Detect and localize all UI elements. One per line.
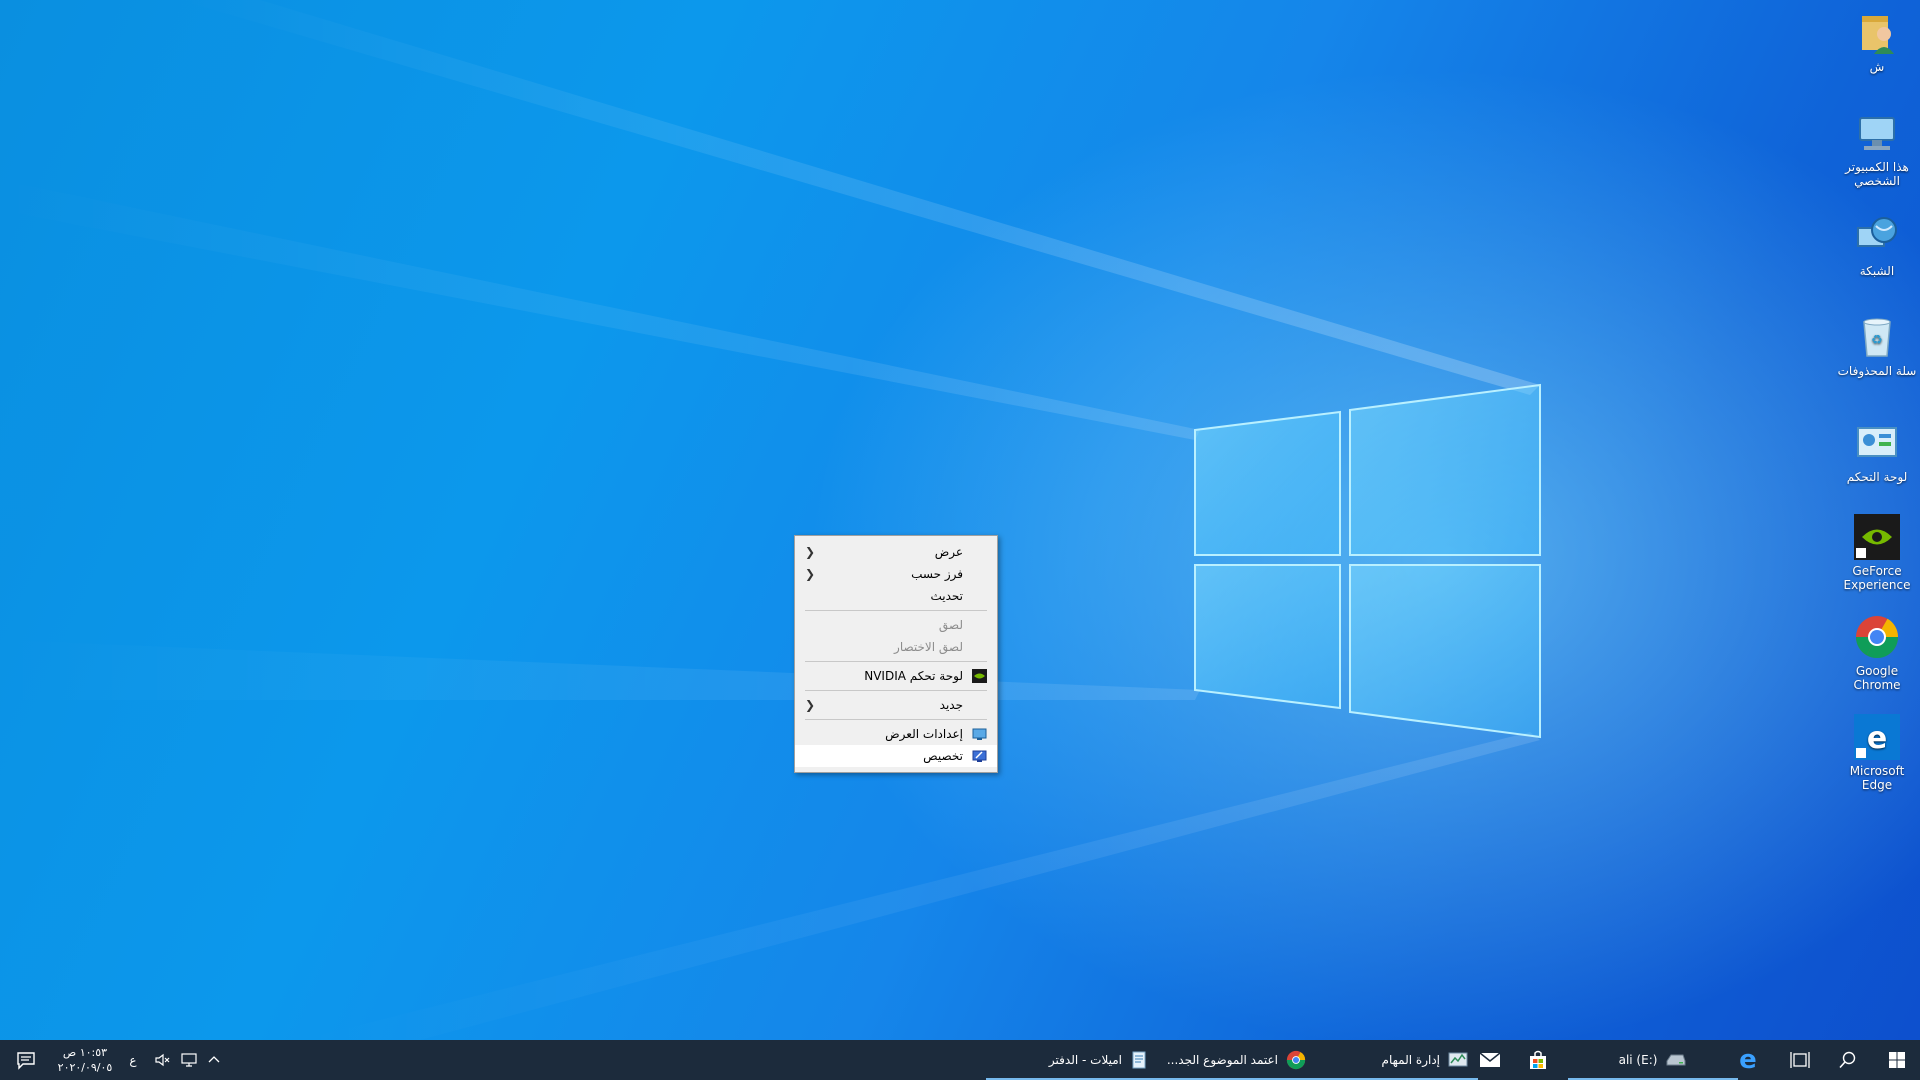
desktop-icon-recycle-bin[interactable]: ♻ سلة المحذوفات: [1836, 314, 1918, 378]
menu-item-label: لوحة تحكم NVIDIA: [864, 669, 963, 683]
desktop-icon-geforce[interactable]: GeForce Experience: [1836, 514, 1918, 592]
taskbar-app-label: إدارة المهام: [1381, 1053, 1440, 1067]
personalize-icon: [972, 750, 987, 762]
notification-icon: [17, 1052, 35, 1070]
clock-date: ٢٠٢٠/٠٩/٠٥: [57, 1061, 113, 1074]
input-language-button[interactable]: ع: [118, 1040, 148, 1080]
menu-item-personalize[interactable]: تخصيص: [795, 745, 997, 767]
nvidia-icon: [972, 669, 987, 683]
menu-item-label: تحديث: [930, 589, 963, 603]
desktop-icon-label: ش: [1869, 60, 1885, 74]
user-folder-icon: [1862, 16, 1894, 54]
desktop-icon-control-panel[interactable]: لوحة التحكم: [1836, 420, 1918, 484]
task-manager-icon: [1448, 1052, 1468, 1067]
desktop-icon-label: الشبكة: [1859, 264, 1895, 278]
menu-item-label: تخصيص: [923, 749, 963, 763]
desktop-context-menu: عرض ❮ فرز حسب ❮ تحديث لصق لصق الاختصار ل…: [794, 535, 998, 773]
svg-text:e: e: [1867, 721, 1887, 756]
menu-item-display-settings[interactable]: إعدادات العرض: [795, 723, 997, 745]
windows-logo-wallpaper: [1194, 383, 1541, 739]
task-view-icon: [1790, 1052, 1810, 1068]
taskbar-app-edge[interactable]: e: [1728, 1040, 1768, 1080]
taskbar-app-file-explorer[interactable]: ali (E:): [1568, 1040, 1738, 1080]
menu-item-label: فرز حسب: [911, 567, 963, 581]
search-button[interactable]: [1828, 1040, 1868, 1080]
drive-icon: [1666, 1054, 1686, 1066]
menu-item-paste-shortcut: لصق الاختصار: [795, 636, 997, 658]
network-status-button[interactable]: [176, 1040, 202, 1080]
start-button[interactable]: [1874, 1040, 1920, 1080]
volume-muted-icon: [155, 1053, 170, 1067]
chrome-icon: [1286, 1050, 1306, 1070]
menu-separator: [805, 719, 987, 720]
desktop-icon-user-folder[interactable]: ش: [1836, 10, 1918, 74]
desktop-icon-label: Google Chrome: [1853, 664, 1901, 692]
menu-separator: [805, 610, 987, 611]
svg-text:♻: ♻: [1871, 333, 1883, 348]
store-icon: [1530, 1050, 1546, 1069]
recycle-bin-icon: ♻: [1863, 318, 1891, 357]
menu-item-label: إعدادات العرض: [885, 727, 963, 741]
menu-item-nvidia-control-panel[interactable]: لوحة تحكم NVIDIA: [795, 665, 997, 687]
desktop-icon-label: سلة المحذوفات: [1837, 364, 1917, 378]
edge-icon: e: [1854, 714, 1900, 760]
menu-item-refresh[interactable]: تحديث: [795, 585, 997, 607]
edge-icon: e: [1739, 1045, 1757, 1075]
desktop-icon-edge[interactable]: e Microsoft Edge: [1836, 714, 1918, 792]
search-icon: [1839, 1051, 1856, 1069]
wallpaper: [0, 0, 1541, 1040]
control-panel-icon: [1857, 427, 1897, 457]
chevron-left-icon: ❮: [805, 545, 816, 559]
ethernet-icon: [181, 1053, 197, 1067]
windows-logo-icon: [1889, 1052, 1905, 1068]
taskbar-app-chrome[interactable]: اعتمد الموضوع الجد...: [1146, 1040, 1316, 1080]
desktop-icon-label: Microsoft Edge: [1849, 764, 1905, 792]
taskbar-app-notepad[interactable]: اميلات - الدفتر: [986, 1040, 1158, 1080]
geforce-experience-icon: [1854, 514, 1900, 560]
language-indicator: ع: [129, 1053, 137, 1067]
display-settings-icon: [972, 728, 987, 740]
volume-button[interactable]: [148, 1040, 176, 1080]
menu-item-new[interactable]: جديد ❮: [795, 694, 997, 716]
desktop-icon-label: GeForce Experience: [1843, 564, 1911, 592]
menu-item-label: لصق: [938, 618, 963, 632]
desktop-icon-label: هذا الكمبيوتر الشخصي: [1845, 160, 1909, 188]
taskbar-app-label: اعتمد الموضوع الجد...: [1166, 1053, 1278, 1067]
mail-icon: [1479, 1052, 1501, 1067]
show-hidden-icons-button[interactable]: [202, 1040, 226, 1080]
clock-time: ١٠:٥٣ ص: [62, 1046, 108, 1059]
chevron-left-icon: ❮: [805, 698, 816, 712]
chrome-icon: [1856, 616, 1898, 659]
menu-separator: [805, 661, 987, 662]
taskbar-app-task-manager[interactable]: إدارة المهام: [1308, 1040, 1478, 1080]
taskbar-app-label: ali (E:): [1618, 1053, 1658, 1067]
taskbar-app-store[interactable]: [1518, 1040, 1558, 1080]
menu-item-view[interactable]: عرض ❮: [795, 541, 997, 563]
menu-separator: [805, 690, 987, 691]
desktop-icon-chrome[interactable]: Google Chrome: [1836, 614, 1918, 692]
menu-item-sort-by[interactable]: فرز حسب ❮: [795, 563, 997, 585]
taskbar: ١٠:٥٣ ص ٢٠٢٠/٠٩/٠٥ ع اميلات - الدفتر اعت…: [0, 1040, 1920, 1080]
action-center-button[interactable]: [6, 1040, 46, 1080]
desktop-icon-network[interactable]: الشبكة: [1836, 214, 1918, 278]
taskbar-app-mail[interactable]: [1470, 1040, 1510, 1080]
menu-item-paste: لصق: [795, 614, 997, 636]
menu-item-label: عرض: [934, 545, 963, 559]
menu-item-label: جديد: [939, 698, 963, 712]
desktop-icon-label: لوحة التحكم: [1846, 470, 1908, 484]
network-icon: [1857, 217, 1897, 247]
task-view-button[interactable]: [1780, 1040, 1820, 1080]
menu-item-label: لصق الاختصار: [894, 640, 963, 654]
taskbar-app-label: اميلات - الدفتر: [1048, 1053, 1122, 1067]
chevron-up-icon: [208, 1056, 220, 1063]
chevron-left-icon: ❮: [805, 567, 816, 581]
desktop-icon-this-pc[interactable]: هذا الكمبيوتر الشخصي: [1836, 110, 1918, 188]
this-pc-icon: [1859, 117, 1895, 150]
clock[interactable]: ١٠:٥٣ ص ٢٠٢٠/٠٩/٠٥: [52, 1040, 118, 1080]
